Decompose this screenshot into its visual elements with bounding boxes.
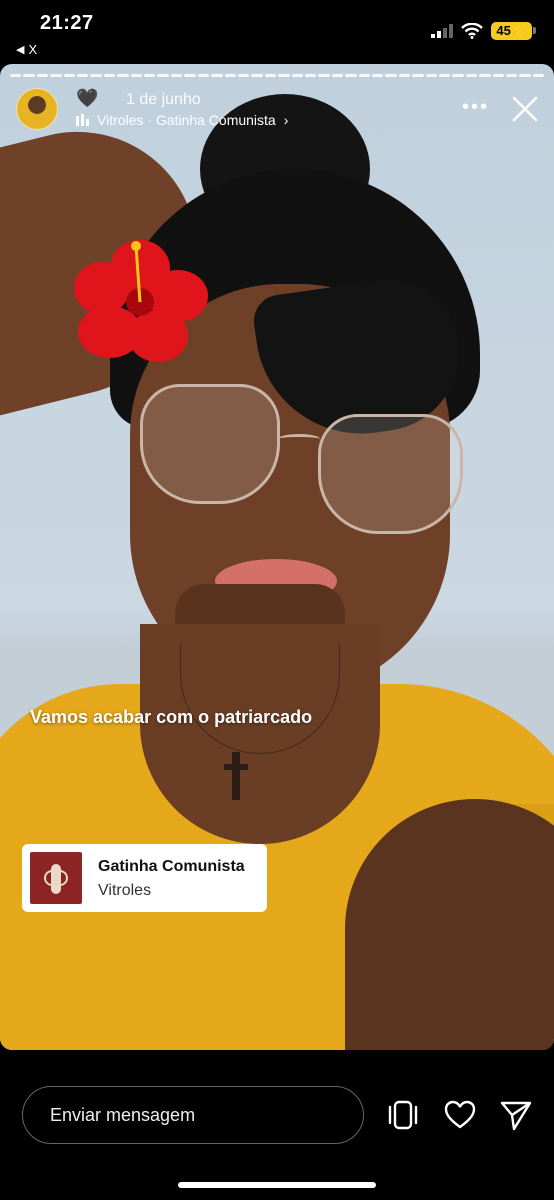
status-indicators: 45⚡ [431,22,536,40]
progress-segment [532,74,545,77]
avatar[interactable] [16,88,58,130]
progress-segment [425,74,437,77]
back-to-app-link[interactable]: ◀ X [16,42,37,57]
progress-segment [439,74,451,77]
music-attribution-text: Vitroles · Gatinha Comunista [97,112,276,128]
photo-glasses-left [140,384,280,504]
progress-segment [10,74,22,77]
story-caption: Vamos acabar com o patriarcado [30,707,313,727]
progress-segment [103,74,116,77]
username-label[interactable]: 🖤 [76,88,98,109]
progress-segment [77,74,89,77]
close-icon[interactable] [510,94,540,124]
back-app-label: X [28,42,38,57]
progress-segment [264,74,277,77]
progress-segment [412,74,424,77]
progress-segment [36,74,49,77]
progress-segment [23,74,35,77]
progress-segment [492,74,505,77]
message-input[interactable] [22,1086,364,1144]
progress-segment [318,74,330,77]
progress-segment [519,74,531,77]
progress-segment [50,74,62,77]
progress-segment [345,74,357,77]
progress-segment [237,74,250,77]
home-indicator[interactable] [178,1182,376,1188]
progress-segment [331,74,344,77]
music-sticker[interactable]: Gatinha Comunista Vitroles [22,844,267,912]
progress-segment [90,74,102,77]
progress-segment [304,74,317,77]
progress-segment [251,74,263,77]
progress-segment [157,74,169,77]
progress-segment [452,74,464,77]
progress-segment [385,74,397,77]
progress-segment [184,74,196,77]
progress-segment [465,74,478,77]
progress-segment [371,74,384,77]
progress-segment [224,74,236,77]
battery-level: 45 [496,23,511,38]
music-bars-icon [76,114,89,126]
send-icon[interactable] [499,1098,533,1132]
battery-indicator: 45⚡ [491,22,536,40]
chevron-right-icon: › [283,112,289,128]
progress-segment [130,74,143,77]
progress-segment [170,74,183,77]
photo-cross-pendant [224,752,248,800]
progress-segment [197,74,210,77]
progress-segment [117,74,129,77]
bottom-bar [0,1050,554,1200]
progress-segment [291,74,303,77]
story-viewer[interactable]: 🖤 1 de junho Vitroles · Gatinha Comunist… [0,64,554,1050]
photo-glasses-bridge [278,434,320,444]
photo-glasses-right [318,414,463,534]
heart-icon[interactable] [443,1098,477,1132]
story-progress-bar [10,74,545,77]
status-time: 21:27 [40,12,94,34]
story-date: 1 de junho [126,91,201,108]
more-options-button[interactable]: ••• [462,96,489,119]
hibiscus-sticker[interactable] [70,236,210,366]
song-artist: Vitroles [98,882,152,899]
progress-segment [278,74,290,77]
progress-segment [63,74,76,77]
back-triangle-icon: ◀ [16,44,25,56]
progress-segment [398,74,411,77]
status-bar: 21:27 ◀ X 45⚡ [0,0,554,64]
progress-segment [479,74,491,77]
song-title: Gatinha Comunista [98,858,245,875]
wifi-icon [461,23,484,39]
collab-icon[interactable] [386,1098,420,1132]
signal-icon [431,24,454,38]
progress-segment [144,74,156,77]
progress-segment [358,74,370,77]
album-cover [30,852,82,904]
progress-segment [211,74,223,77]
music-attribution-link[interactable]: Vitroles · Gatinha Comunista › [76,112,288,128]
progress-segment [506,74,518,77]
